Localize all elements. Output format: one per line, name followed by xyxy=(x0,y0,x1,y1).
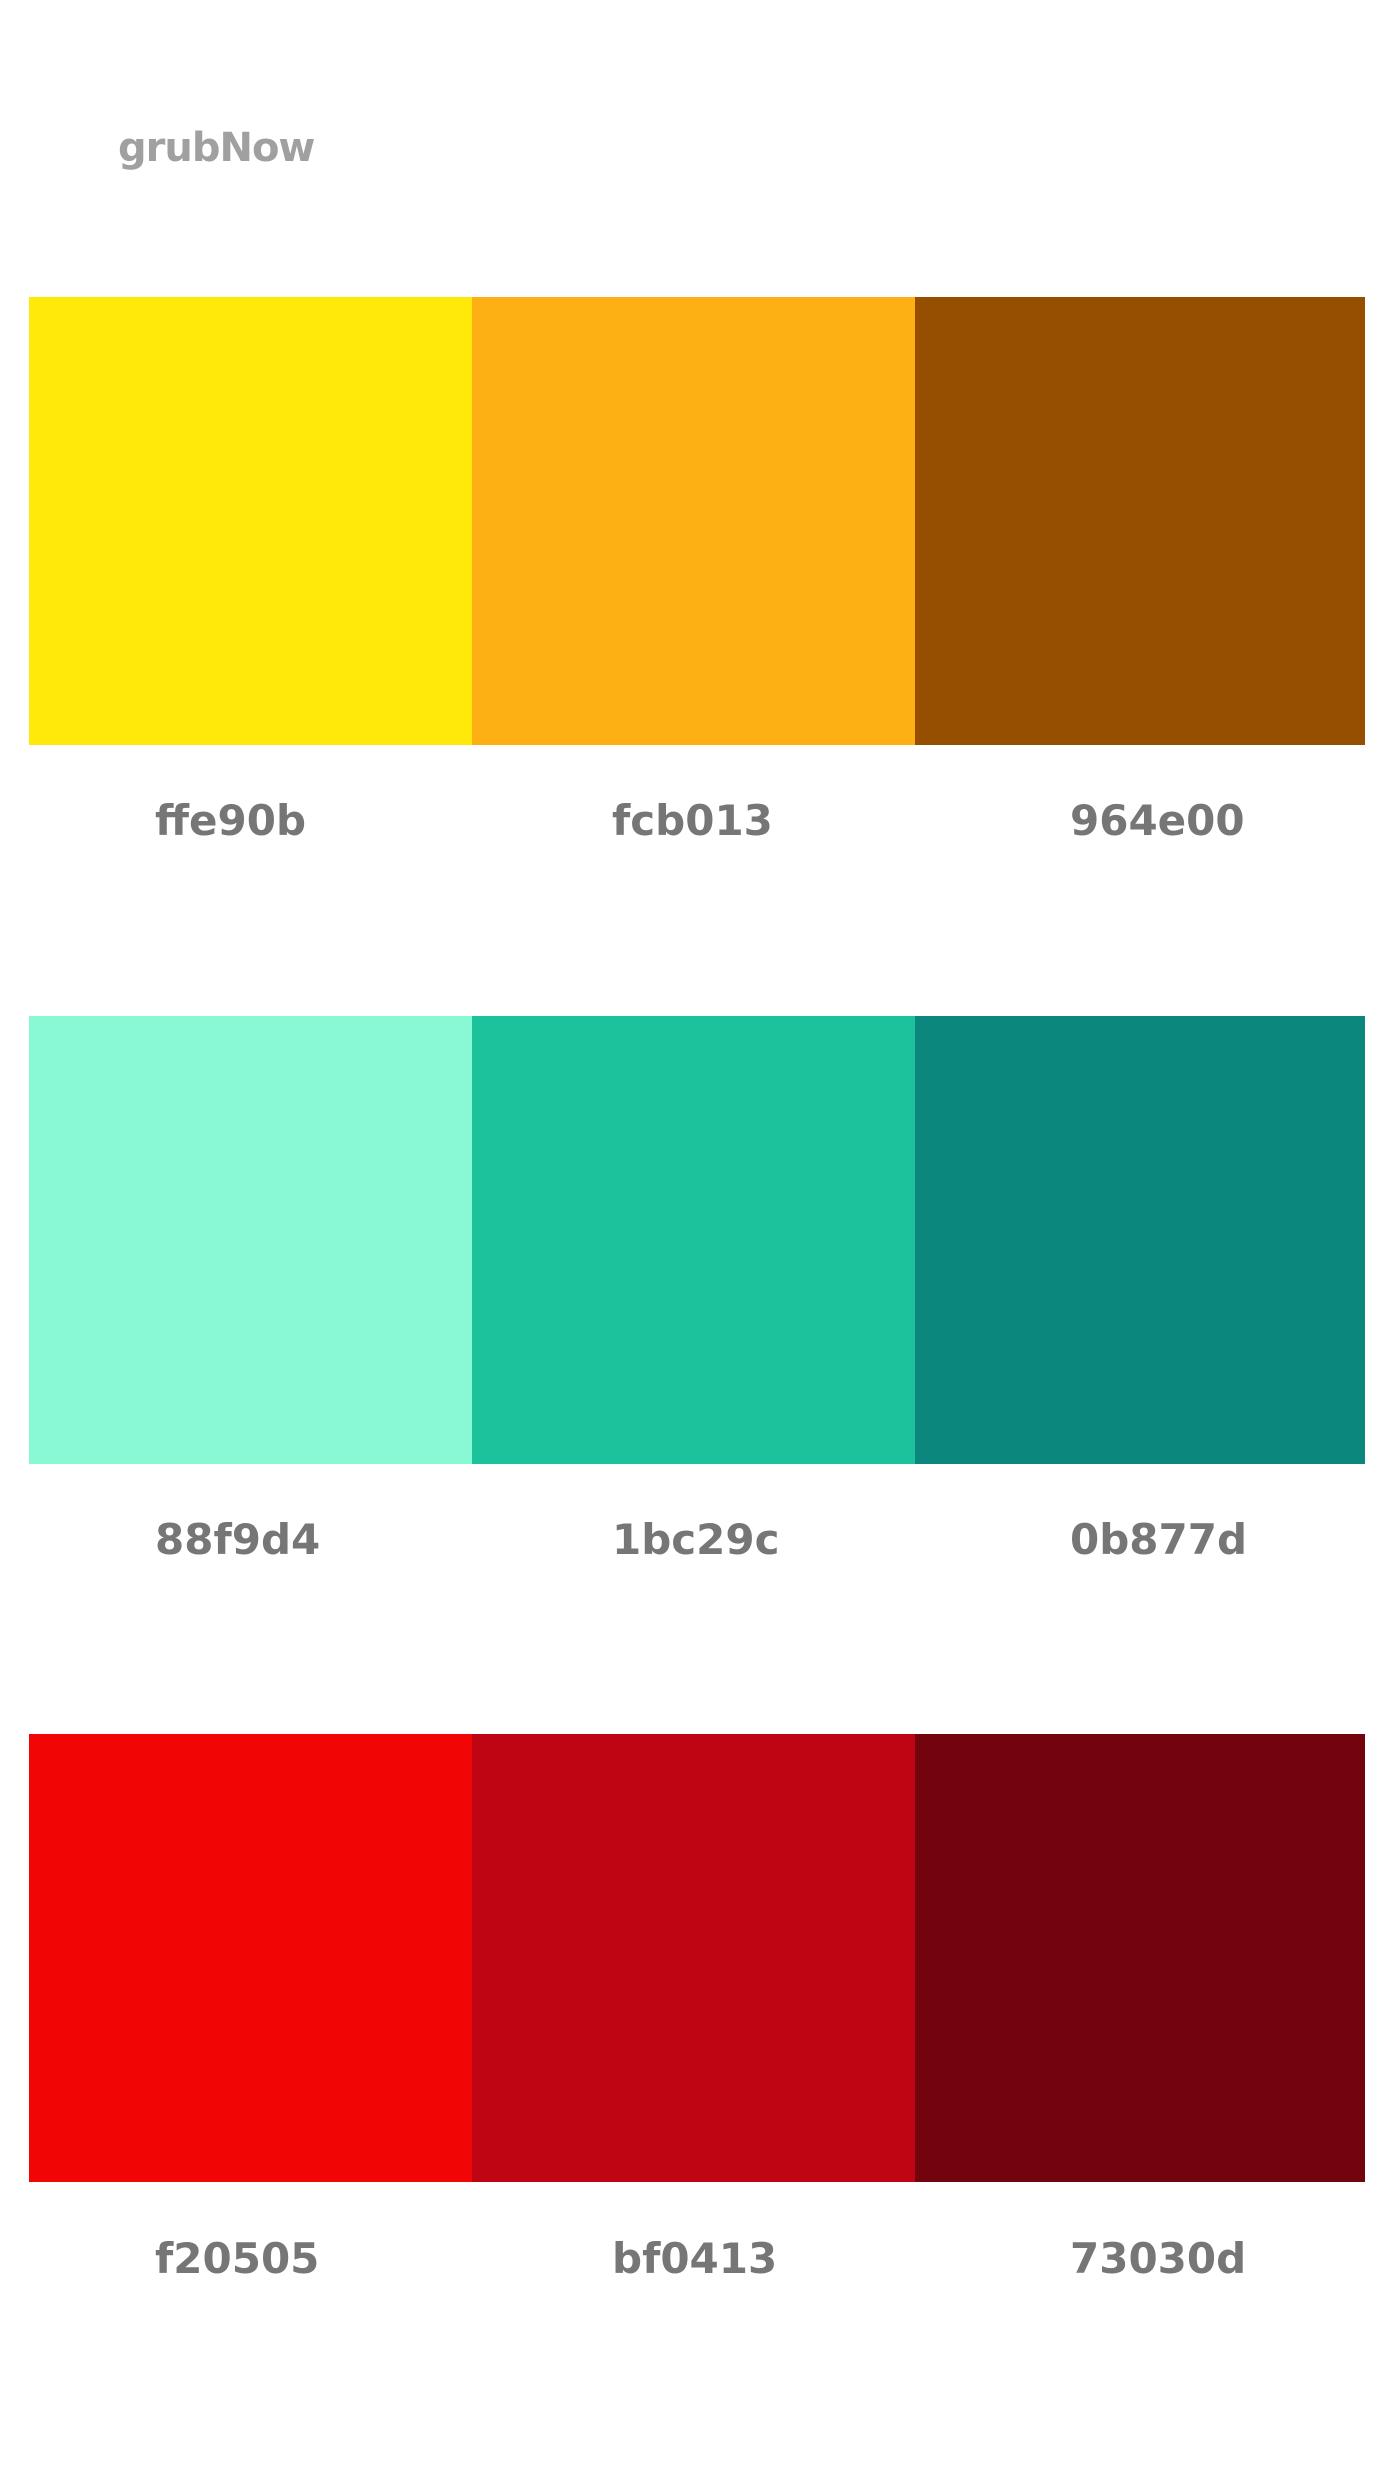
hex-code-label: 73030d xyxy=(1070,2234,1247,2283)
hex-code-label: 0b877d xyxy=(1070,1515,1248,1564)
hex-code-label: 964e00 xyxy=(1070,796,1245,845)
palette-row-red xyxy=(29,1734,1365,2182)
color-swatch xyxy=(472,1734,915,2182)
hex-code-label: 88f9d4 xyxy=(155,1515,321,1564)
color-swatch xyxy=(915,297,1365,745)
palette-row-teal xyxy=(29,1016,1365,1464)
hex-code-label: ffe90b xyxy=(155,796,307,845)
color-swatch xyxy=(915,1734,1365,2182)
hex-code-label: f20505 xyxy=(155,2234,320,2283)
color-swatch xyxy=(915,1016,1365,1464)
hex-code-label: fcb013 xyxy=(612,796,773,845)
color-swatch xyxy=(472,297,915,745)
color-swatch xyxy=(29,1734,472,2182)
hex-code-label: bf0413 xyxy=(612,2234,778,2283)
color-swatch xyxy=(472,1016,915,1464)
color-swatch xyxy=(29,1016,472,1464)
brand-logo: grubNow xyxy=(118,125,315,171)
color-swatch xyxy=(29,297,472,745)
hex-code-label: 1bc29c xyxy=(612,1515,780,1564)
palette-row-yellow xyxy=(29,297,1365,745)
